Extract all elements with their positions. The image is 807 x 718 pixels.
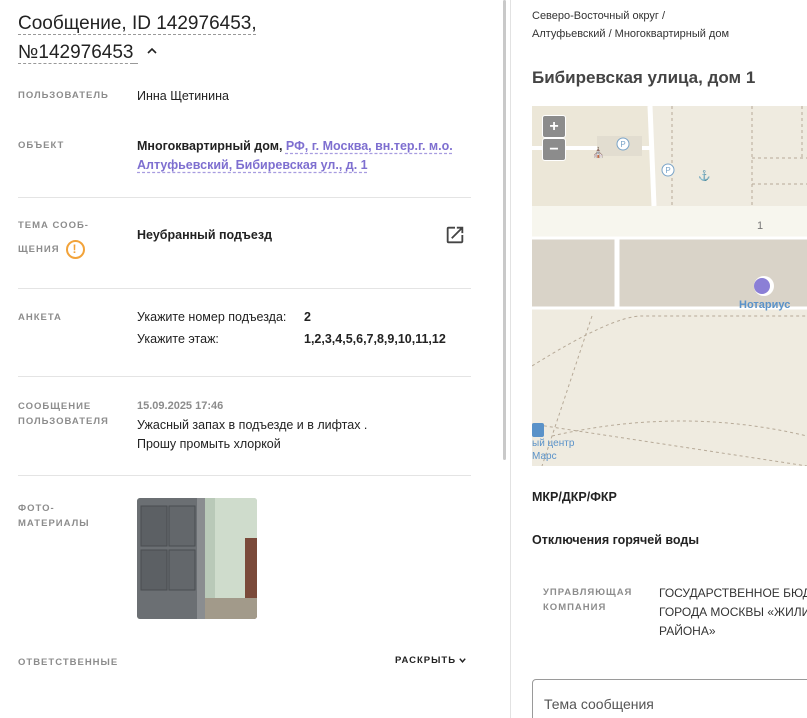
photo-label-line-1: ФОТО-: [18, 503, 55, 514]
user-message-label-line-1: СООБЩЕНИЕ: [18, 401, 92, 412]
breadcrumb: Северо-Восточный округ / Алтуфьевский / …: [532, 7, 729, 43]
user-label: ПОЛЬЗОВАТЕЛЬ: [18, 90, 109, 101]
object-type: Многоквартирный дом,: [137, 139, 283, 153]
church-icon: ⛪: [592, 146, 604, 159]
page-title: Сообщение, ID 142976453, №142976453: [18, 9, 318, 67]
warning-icon: !: [65, 239, 85, 259]
topic-label-line-1: ТЕМА СООБ-: [18, 220, 89, 231]
management-company-label-line-2: КОМПАНИЯ: [543, 602, 607, 613]
divider: [18, 376, 471, 377]
scrollbar-thumb[interactable]: [503, 0, 506, 460]
divider: [18, 288, 471, 289]
anketa-question: Укажите этаж:: [137, 332, 219, 346]
breadcrumb-line-1[interactable]: Северо-Восточный округ /: [532, 10, 665, 22]
message-panel: Сообщение, ID 142976453, №142976453 ПОЛЬ…: [0, 0, 500, 718]
message-date: 15.09.2025 17:46: [137, 400, 224, 412]
message-line-2: Прошу промыть хлоркой: [137, 437, 281, 451]
user-value: Инна Щетинина: [137, 89, 229, 103]
house-number: 1: [757, 220, 763, 232]
parking-marker: P: [665, 166, 670, 175]
topic-label: ТЕМА СООБ- ЩЕНИЯ!: [18, 218, 89, 267]
anketa-answer: 1,2,3,4,5,6,7,8,9,10,11,12: [304, 332, 446, 346]
photo-label-line-2: МАТЕРИАЛЫ: [18, 518, 90, 529]
title-line-2: №142976453: [18, 42, 134, 63]
anketa-label: АНКЕТА: [18, 312, 62, 323]
photo-label: ФОТО- МАТЕРИАЛЫ: [18, 501, 90, 531]
map-canvas: P P ⛪ ⚓ 1 Нотариус ый центр Марс: [532, 106, 807, 466]
management-company-label-line-1: УПРАВЛЯЮЩАЯ: [543, 587, 633, 598]
message-topic-input[interactable]: Тема сообщения: [532, 679, 807, 718]
topic-label-line-2: ЩЕНИЯ: [18, 244, 60, 255]
title-line-1: Сообщение, ID 142976453,: [18, 13, 257, 34]
zoom-out-button[interactable]: −: [542, 138, 566, 161]
user-message-label: СООБЩЕНИЕ ПОЛЬЗОВАТЕЛЯ: [18, 399, 109, 429]
management-company-label: УПРАВЛЯЮЩАЯ КОМПАНИЯ: [543, 585, 632, 615]
expand-button[interactable]: РАСКРЫТЬ: [395, 655, 467, 666]
responsible-label: ОТВЕТСТВЕННЫЕ: [18, 657, 119, 668]
divider: [18, 197, 471, 198]
open-external-icon[interactable]: [444, 224, 466, 246]
management-company-line-1: ГОСУДАРСТВЕННОЕ БЮД: [659, 586, 807, 600]
divider: [18, 475, 471, 476]
zoom-in-button[interactable]: +: [542, 115, 566, 138]
object-value: Многоквартирный дом, РФ, г. Москва, вн.т…: [137, 137, 457, 175]
mkr-link[interactable]: МКР/ДКР/ФКР: [532, 490, 617, 504]
hot-water-link[interactable]: Отключения горячей воды: [532, 533, 699, 547]
breadcrumb-line-2[interactable]: Алтуфьевский / Многоквартирный дом: [532, 28, 729, 40]
management-company-line-2: ГОРОДА МОСКВЫ «ЖИЛИ: [659, 605, 807, 619]
anketa-answer: 2: [304, 310, 311, 324]
message-text: Ужасный запах в подъезде и в лифтах . Пр…: [137, 416, 367, 454]
address-title: Бибиревская улица, дом 1: [532, 68, 756, 87]
chevron-down-icon: [459, 658, 466, 663]
monument-icon: ⚓: [698, 169, 710, 182]
panel-divider: [510, 0, 511, 718]
user-message-label-line-2: ПОЛЬЗОВАТЕЛЯ: [18, 416, 109, 427]
map[interactable]: P P ⛪ ⚓ 1 Нотариус ый центр Марс: [532, 106, 807, 466]
scrollbar[interactable]: [500, 0, 510, 718]
message-line-1: Ужасный запах в подъезде и в лифтах .: [137, 418, 368, 432]
expand-label: РАСКРЫТЬ: [395, 655, 457, 666]
map-zoom-controls: + −: [542, 115, 566, 163]
topic-value: Неубранный подъезд: [137, 228, 273, 242]
photo-thumbnail[interactable]: [137, 498, 257, 619]
poi-mars[interactable]: Марс: [532, 451, 557, 462]
object-label: ОБЪЕКТ: [18, 140, 65, 151]
management-company-line-3: РАЙОНА»: [659, 624, 716, 638]
poi-center[interactable]: ый центр: [532, 438, 575, 449]
management-company-value: ГОСУДАРСТВЕННОЕ БЮД ГОРОДА МОСКВЫ «ЖИЛИ …: [659, 584, 807, 641]
anketa-question: Укажите номер подъезда:: [137, 310, 287, 324]
poi-notary[interactable]: Нотариус: [739, 299, 790, 311]
parking-marker: P: [620, 140, 625, 149]
chevron-up-icon[interactable]: [147, 46, 157, 56]
